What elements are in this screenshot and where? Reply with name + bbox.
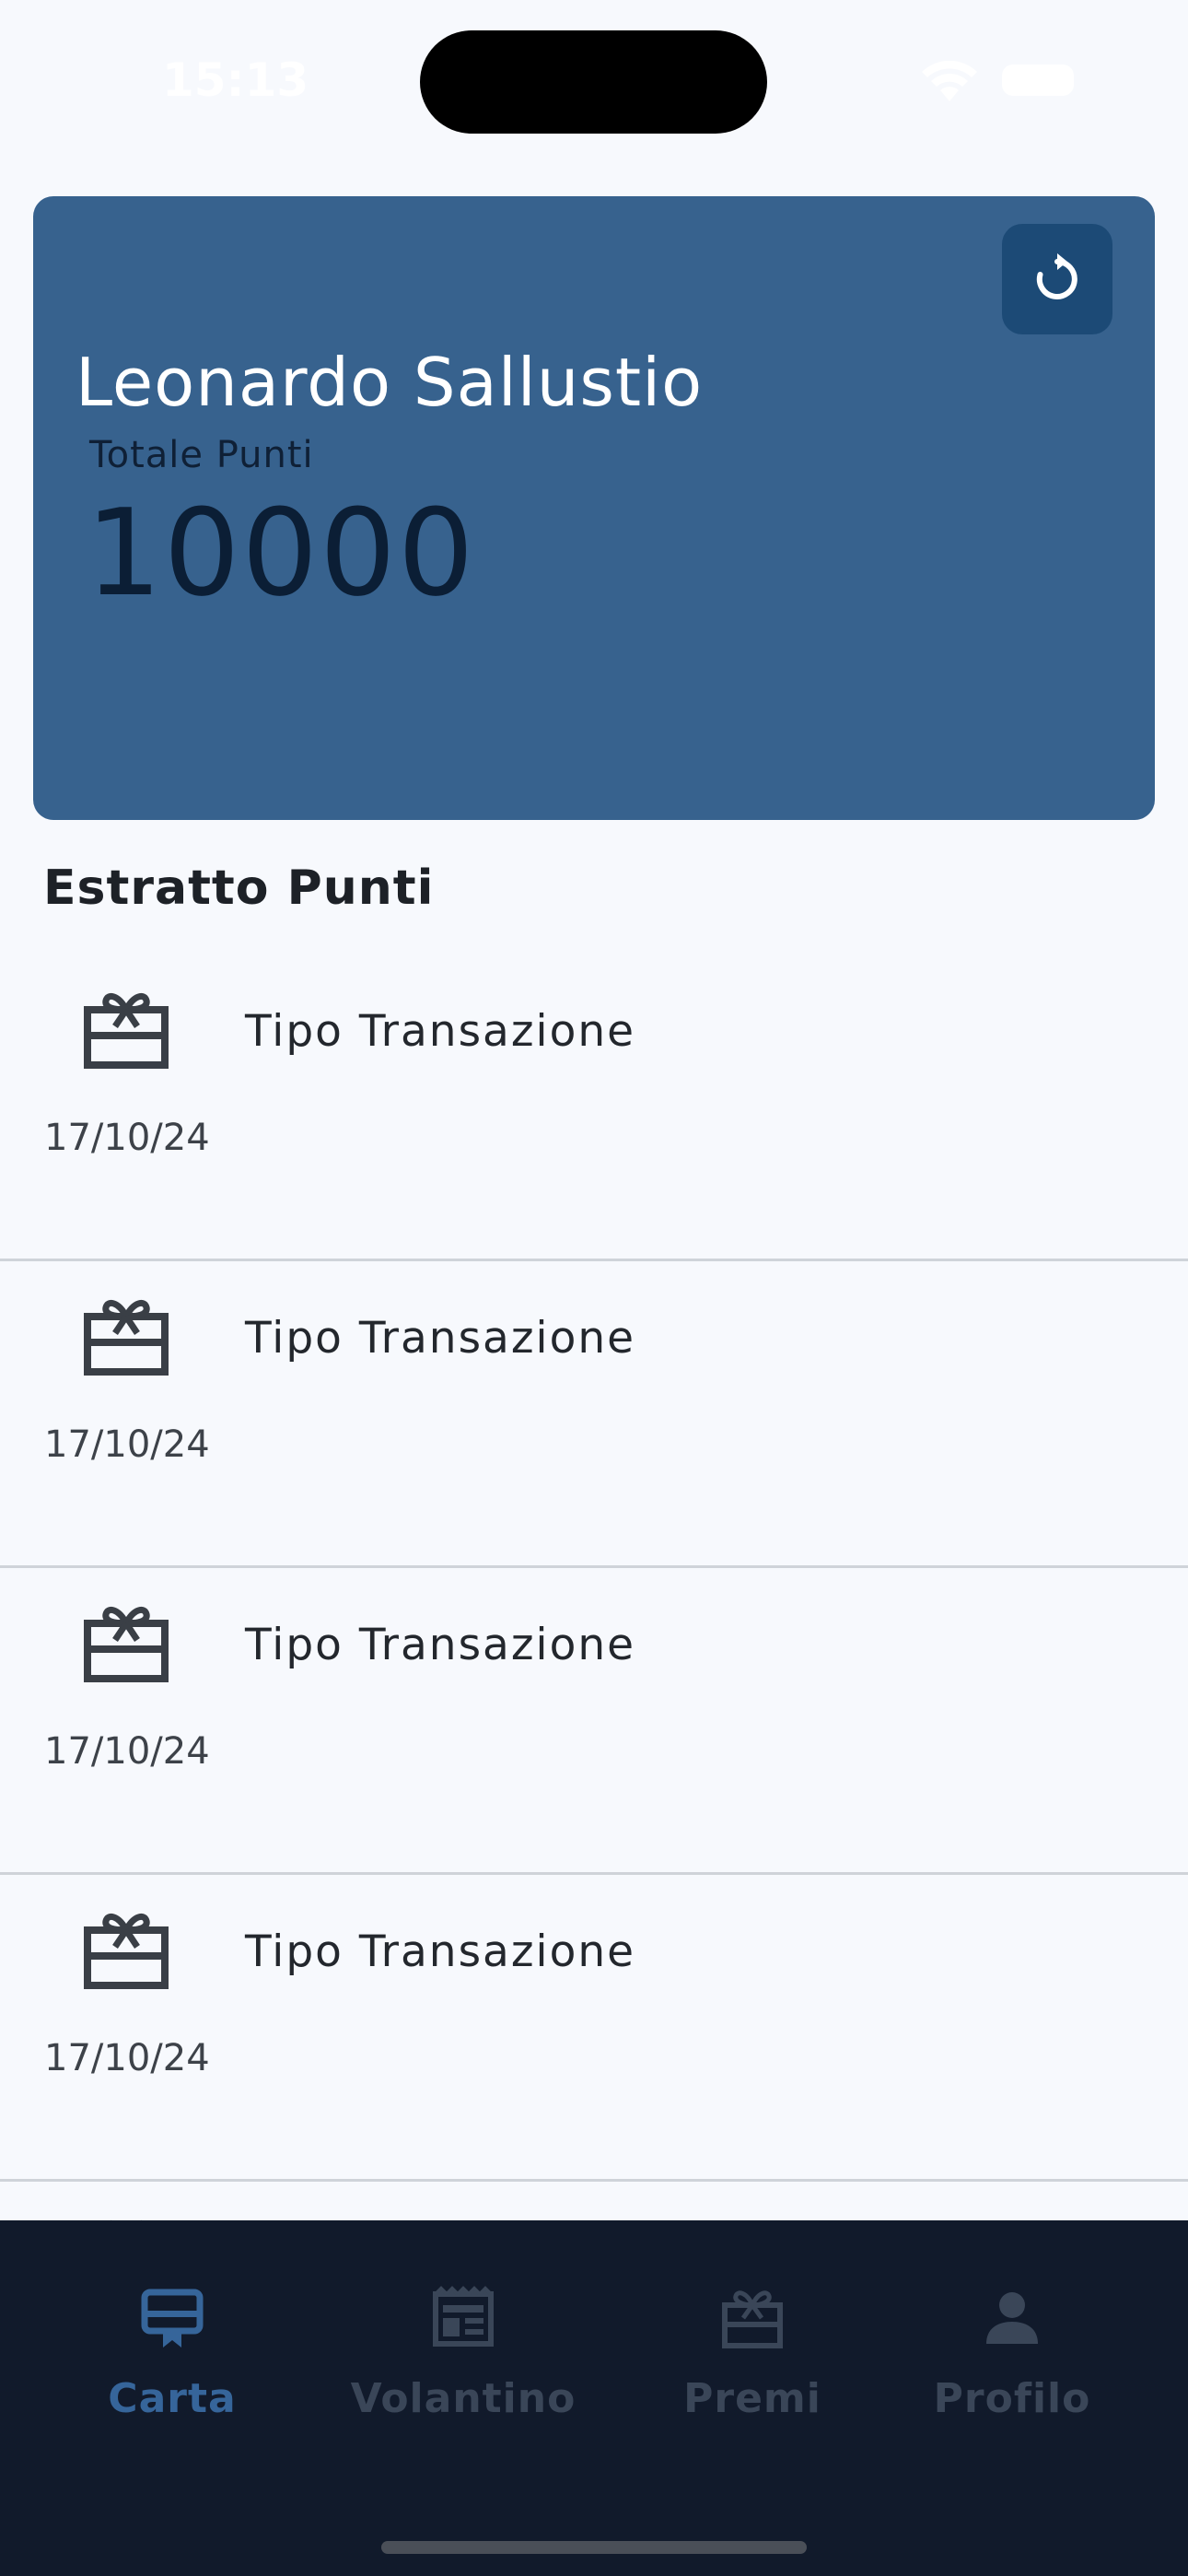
gift-icon — [84, 1299, 169, 1376]
dynamic-island — [420, 30, 767, 134]
status-bar: 15:13 — [0, 0, 1188, 147]
card-holder-name: Leonardo Sallustio — [76, 344, 704, 421]
gift-icon — [84, 1606, 169, 1682]
wifi-icon — [922, 61, 977, 101]
transaction-date: 17/10/24 — [44, 1117, 210, 1159]
transaction-row[interactable]: Tipo Transazione 17/10/24 — [0, 1568, 1188, 1875]
status-time: 15:13 — [162, 53, 309, 107]
home-indicator — [381, 2541, 807, 2554]
nav-item-carta[interactable]: Carta — [57, 2285, 287, 2469]
nav-label: Volantino — [350, 2375, 577, 2422]
transaction-date: 17/10/24 — [44, 1730, 210, 1773]
card-icon — [141, 2289, 204, 2348]
nav-label: Profilo — [933, 2375, 1091, 2422]
nav-item-volantino[interactable]: Volantino — [348, 2285, 578, 2469]
battery-icon — [1002, 64, 1074, 96]
nav-item-profilo[interactable]: Profilo — [897, 2285, 1127, 2469]
refresh-button[interactable] — [1002, 224, 1112, 334]
transaction-row[interactable]: Tipo Transazione 17/10/24 — [0, 1875, 1188, 2182]
gift-icon — [722, 2290, 783, 2348]
bottom-navigation: Carta Volantino Premi Profilo — [0, 2220, 1188, 2576]
gift-icon — [84, 992, 169, 1069]
transaction-type: Tipo Transazione — [245, 1313, 636, 1364]
loyalty-card: Leonardo Sallustio Totale Punti 10000 — [33, 196, 1155, 820]
nav-item-premi[interactable]: Premi — [637, 2285, 868, 2469]
transaction-type: Tipo Transazione — [245, 1926, 636, 1977]
points-value: 10000 — [86, 483, 476, 623]
gift-icon — [84, 1913, 169, 1989]
transaction-type: Tipo Transazione — [245, 1620, 636, 1670]
transaction-date: 17/10/24 — [44, 2037, 210, 2079]
transaction-type: Tipo Transazione — [245, 1006, 636, 1057]
refresh-icon — [1036, 253, 1077, 299]
nav-label: Carta — [108, 2375, 237, 2422]
nav-label: Premi — [683, 2375, 821, 2422]
transaction-row[interactable]: Tipo Transazione 17/10/24 — [0, 1261, 1188, 1568]
points-label: Totale Punti — [89, 434, 314, 476]
transaction-row[interactable]: Tipo Transazione 17/10/24 — [0, 954, 1188, 1261]
flyer-icon — [433, 2286, 494, 2347]
person-icon — [986, 2292, 1038, 2344]
transaction-date: 17/10/24 — [44, 1423, 210, 1466]
statement-title: Estratto Punti — [43, 861, 435, 916]
